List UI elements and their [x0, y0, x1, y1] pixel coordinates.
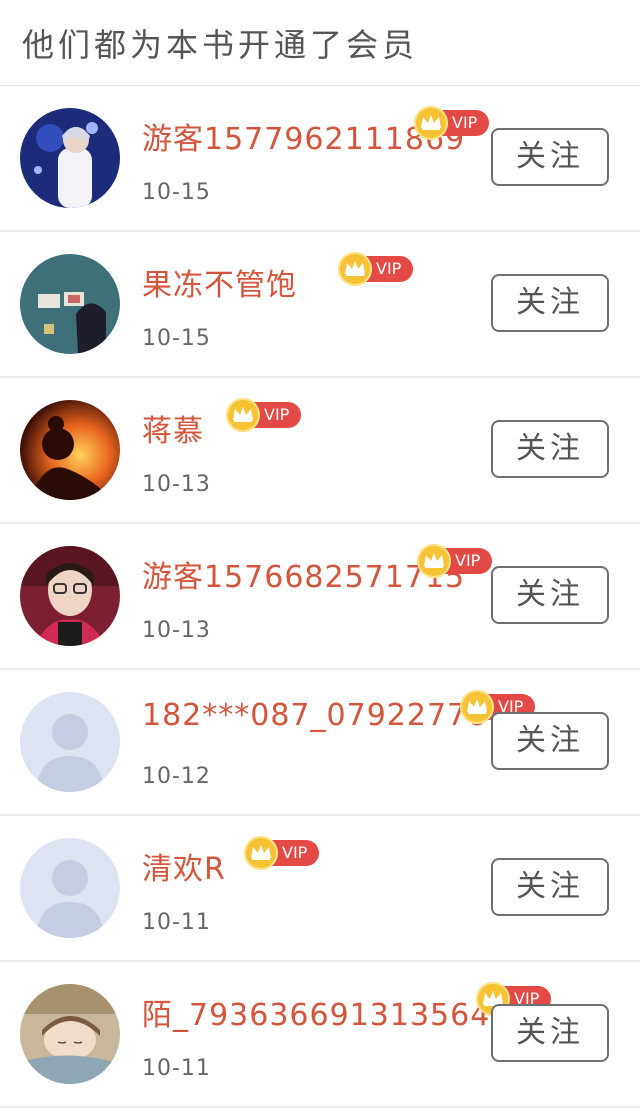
crown-icon [414, 106, 448, 140]
member-date: 10-13 [142, 618, 211, 643]
member-date: 10-15 [142, 180, 211, 205]
avatar[interactable] [20, 838, 120, 938]
crown-icon [417, 544, 451, 578]
member-date: 10-12 [142, 764, 211, 789]
vip-label: VIP [452, 113, 478, 132]
member-date: 10-11 [142, 910, 211, 935]
follow-button[interactable]: 关注 [491, 1004, 609, 1062]
list-item[interactable]: 游客1576682571715 VIP 10-13 关注 [0, 524, 640, 670]
member-date: 10-13 [142, 472, 211, 497]
member-date: 10-11 [142, 1056, 211, 1081]
follow-button[interactable]: 关注 [491, 566, 609, 624]
member-date: 10-15 [142, 326, 211, 351]
page-header: 他们都为本书开通了会员 [0, 0, 640, 86]
crown-icon [244, 836, 278, 870]
crown-icon [460, 690, 494, 724]
vip-badge: VIP [414, 106, 490, 140]
avatar[interactable] [20, 254, 120, 354]
vip-label: VIP [376, 259, 402, 278]
avatar[interactable] [20, 984, 120, 1084]
list-item[interactable]: 蒋慕 VIP 10-13 关注 [0, 378, 640, 524]
avatar[interactable] [20, 400, 120, 500]
list-item[interactable]: 陌_7936366913135647​06 VIP 10-11 关注 [0, 962, 640, 1108]
list-item[interactable]: 果冻不管饱 VIP 10-15 关注 [0, 232, 640, 378]
follow-button[interactable]: 关注 [491, 420, 609, 478]
page-title: 他们都为本书开通了会员 [22, 26, 419, 64]
list-item[interactable]: 清欢R VIP 10-11 关注 [0, 816, 640, 962]
crown-icon [338, 252, 372, 286]
avatar[interactable] [20, 108, 120, 208]
vip-badge: VIP [244, 836, 320, 870]
member-name[interactable]: 蒋慕 [142, 406, 204, 450]
vip-badge: VIP [417, 544, 493, 578]
vip-label: VIP [264, 405, 290, 424]
crown-icon [226, 398, 260, 432]
vip-label: VIP [455, 551, 481, 570]
list-item[interactable]: 182***087_0792277612 VIP 10-12 关注 [0, 670, 640, 816]
member-name[interactable]: 果冻不管饱 [142, 260, 297, 304]
member-list: 游客1577962111869 VIP 10-15 关注 果冻不管饱 VIP 1… [0, 86, 640, 1108]
follow-button[interactable]: 关注 [491, 128, 609, 186]
vip-badge: VIP [226, 398, 302, 432]
follow-button[interactable]: 关注 [491, 274, 609, 332]
follow-button[interactable]: 关注 [491, 858, 609, 916]
vip-label: VIP [282, 843, 308, 862]
list-item[interactable]: 游客1577962111869 VIP 10-15 关注 [0, 86, 640, 232]
follow-button[interactable]: 关注 [491, 712, 609, 770]
vip-badge: VIP [338, 252, 414, 286]
avatar[interactable] [20, 546, 120, 646]
avatar[interactable] [20, 692, 120, 792]
member-name[interactable]: 清欢R [142, 844, 226, 888]
